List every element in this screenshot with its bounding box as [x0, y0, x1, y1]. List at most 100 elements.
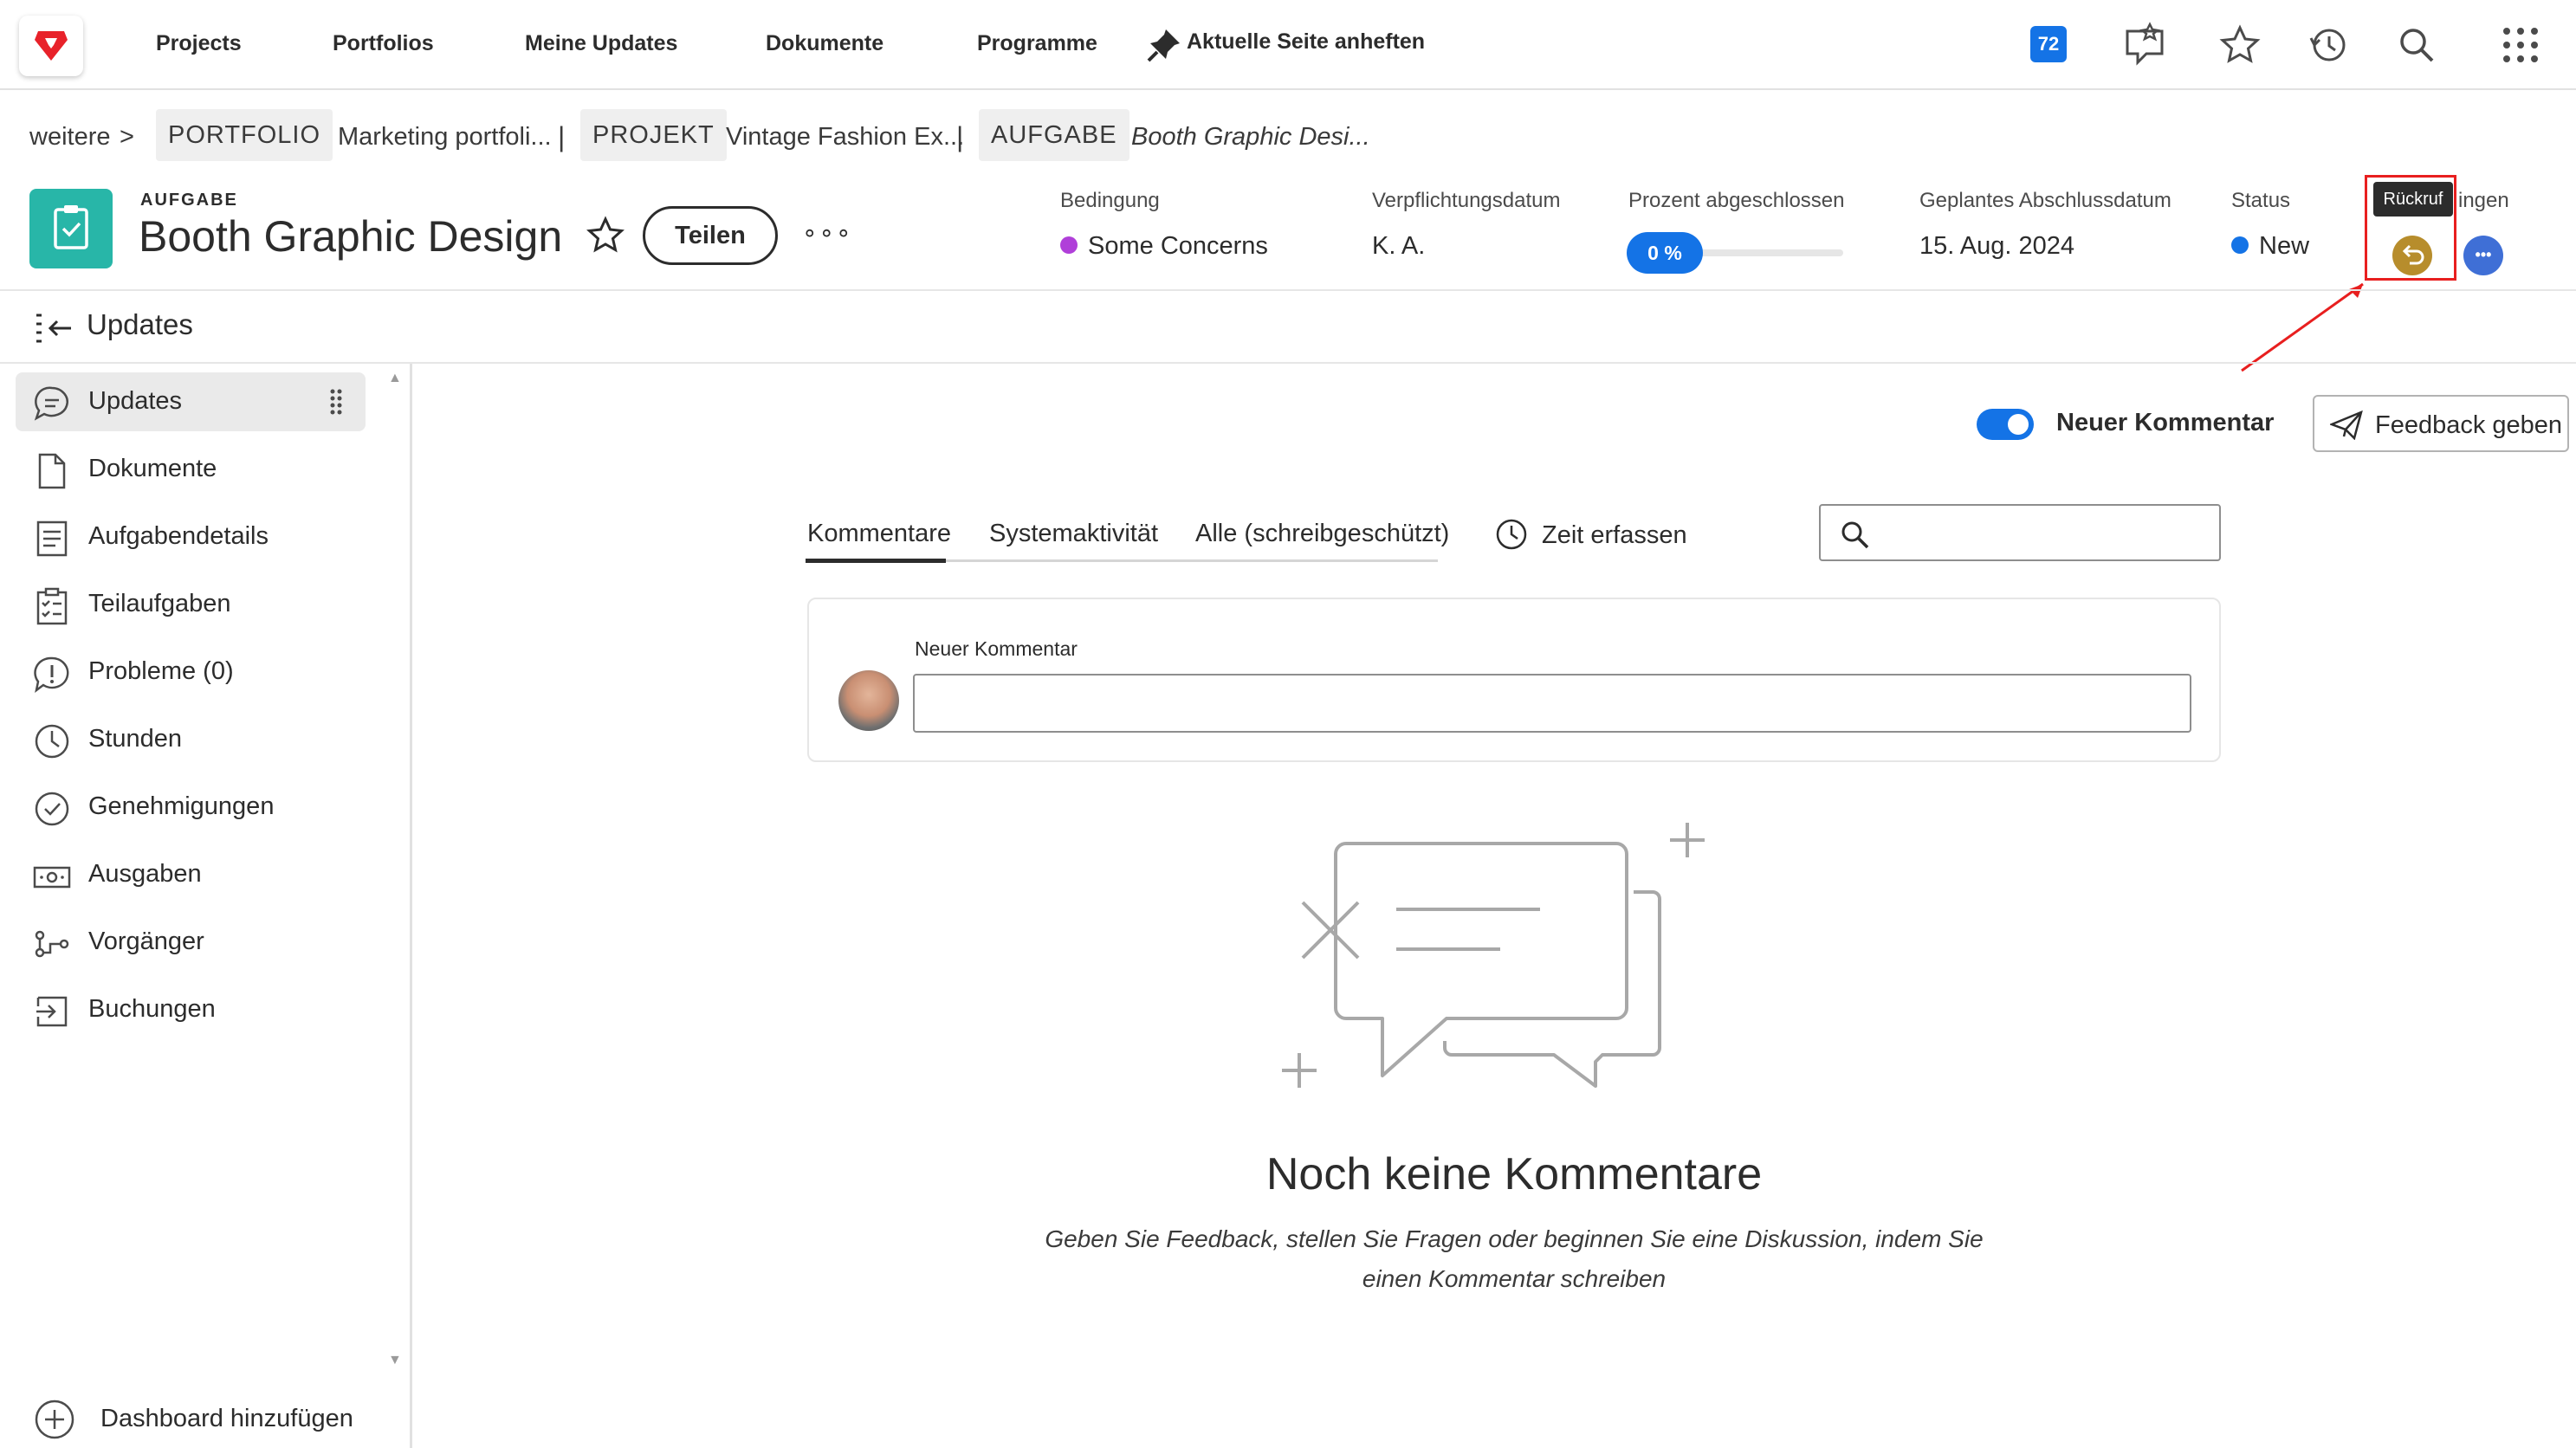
breadcrumb-project-link[interactable]: Vintage Fashion Ex... — [726, 113, 964, 161]
sidebar-item-label: Genehmigungen — [88, 792, 275, 820]
breadcrumb-separator: | — [956, 121, 964, 152]
page-title[interactable]: Booth Graphic Design — [139, 211, 562, 262]
pin-page-link[interactable]: Aktuelle Seite anheften — [1187, 29, 1425, 55]
tab-comments[interactable]: Kommentare — [807, 520, 951, 548]
empty-state-subtitle: Geben Sie Feedback, stellen Sie Fragen o… — [1045, 1225, 1984, 1292]
condition-dot — [1060, 236, 1078, 255]
drag-handle-icon[interactable] — [327, 386, 345, 417]
sidebar-item-label: Dokumente — [88, 455, 217, 482]
condition-value[interactable]: Some Concerns — [1060, 232, 1268, 261]
send-plane-icon — [2330, 410, 2363, 440]
breadcrumb-more[interactable]: weitere — [29, 113, 111, 161]
workfront-logo-icon — [35, 31, 68, 61]
money-icon — [33, 866, 71, 889]
task-type-icon — [29, 189, 113, 268]
sidebar-item-label: Probleme (0) — [88, 657, 234, 685]
search-icon — [1841, 521, 1869, 549]
new-comment-toggle[interactable] — [1977, 409, 2034, 440]
sidebar-item-issues[interactable]: Probleme (0) — [16, 643, 366, 701]
speech-bubble-icon — [34, 386, 68, 421]
log-time-button[interactable]: Zeit erfassen — [1542, 521, 1687, 550]
nav-programs[interactable]: Programme — [977, 31, 1097, 56]
scroll-down-arrow-icon[interactable]: ▼ — [388, 1353, 402, 1368]
sidebar-item-documents[interactable]: Dokumente — [16, 440, 366, 499]
clipboard-check-icon — [54, 205, 88, 249]
status-value[interactable]: New — [2231, 232, 2309, 261]
add-circle-icon[interactable] — [33, 1398, 76, 1441]
app-logo[interactable] — [19, 16, 83, 76]
nav-documents[interactable]: Dokumente — [766, 31, 883, 56]
sidebar-item-label: Teilaufgaben — [88, 590, 231, 617]
recall-button[interactable] — [2392, 236, 2432, 275]
approvals-more-button[interactable]: ••• — [2463, 236, 2503, 275]
whats-new-icon[interactable] — [2120, 21, 2169, 69]
new-comment-card: Neuer Kommentar — [807, 598, 2221, 762]
notification-count-badge[interactable]: 72 — [2030, 26, 2067, 62]
tab-all-readonly[interactable]: Alle (schreibgeschützt) — [1195, 520, 1449, 548]
more-options-icon[interactable]: ∘∘∘ — [802, 218, 853, 247]
sidebar-item-label: Buchungen — [88, 995, 216, 1023]
sidebar-item-expenses[interactable]: Ausgaben — [16, 845, 366, 904]
sidebar-item-label: Ausgaben — [88, 860, 202, 888]
feedback-button-label: Feedback geben — [2375, 411, 2563, 439]
sidebar-item-label: Updates — [88, 387, 183, 415]
percent-complete-label: Prozent abgeschlossen — [1628, 189, 1845, 212]
details-icon — [36, 520, 68, 557]
feedback-button[interactable]: Feedback geben — [2313, 395, 2569, 452]
booking-icon — [36, 996, 68, 1027]
breadcrumb-project-tag: PROJEKT — [580, 109, 727, 161]
commit-date-value[interactable]: K. A. — [1372, 232, 1425, 261]
undo-arrow-icon — [2402, 244, 2424, 265]
annotation-arrow — [2241, 282, 2364, 372]
add-dashboard-link[interactable]: Dashboard hinzufügen — [100, 1405, 353, 1433]
search-icon[interactable] — [2392, 21, 2441, 69]
favorites-star-icon[interactable] — [2216, 21, 2264, 69]
collapse-panel-icon[interactable] — [33, 310, 74, 346]
planned-date-label: Geplantes Abschlussdatum — [1919, 189, 2171, 212]
sidebar-item-subtasks[interactable]: Teilaufgaben — [16, 575, 366, 634]
status-text: New — [2259, 232, 2310, 260]
sidebar-item-hours[interactable]: Stunden — [16, 710, 366, 769]
sidebar: Updates Dokumente Aufgabendetails Teilau… — [0, 364, 412, 1448]
percent-complete-value[interactable]: 0 % — [1627, 232, 1703, 274]
app-launcher-grid-icon[interactable] — [2496, 21, 2545, 69]
toggle-knob — [2008, 414, 2029, 435]
empty-comments-illustration-icon — [1282, 823, 1705, 1088]
nav-projects[interactable]: Projects — [156, 31, 242, 56]
breadcrumb-separator: | — [558, 121, 566, 152]
favorite-star-icon[interactable] — [584, 215, 627, 258]
sidebar-item-approvals[interactable]: Genehmigungen — [16, 778, 366, 837]
pin-icon[interactable] — [1145, 26, 1183, 64]
document-icon — [38, 453, 66, 489]
approvals-label: ingen — [2458, 189, 2509, 212]
commit-date-label: Verpflichtungsdatum — [1372, 189, 1561, 212]
object-type-label: AUFGABE — [140, 191, 238, 210]
recents-history-icon[interactable] — [2304, 21, 2353, 69]
top-navigation: Projects Portfolios Meine Updates Dokume… — [0, 0, 2576, 90]
nav-portfolios[interactable]: Portfolios — [333, 31, 434, 56]
sidebar-item-bookings[interactable]: Buchungen — [16, 980, 366, 1039]
share-button[interactable]: Teilen — [643, 206, 778, 265]
sidebar-item-predecessors[interactable]: Vorgänger — [16, 913, 366, 972]
approval-icon — [35, 792, 69, 826]
issue-icon — [34, 656, 69, 693]
avatar — [838, 670, 899, 731]
status-dot — [2231, 236, 2249, 255]
tab-active-indicator — [806, 559, 946, 563]
sidebar-item-updates[interactable]: Updates — [16, 372, 366, 431]
header-divider — [0, 289, 2576, 291]
clock-icon — [1496, 519, 1527, 550]
clock-icon — [35, 724, 69, 759]
planned-date-value[interactable]: 15. Aug. 2024 — [1919, 232, 2074, 261]
new-comment-label: Neuer Kommentar — [915, 637, 1078, 660]
breadcrumb-portfolio-tag: PORTFOLIO — [156, 109, 333, 161]
sidebar-item-task-details[interactable]: Aufgabendetails — [16, 507, 366, 566]
nav-my-updates[interactable]: Meine Updates — [525, 31, 677, 56]
new-comment-input[interactable] — [913, 674, 2191, 733]
sidebar-item-label: Vorgänger — [88, 928, 204, 955]
scroll-up-arrow-icon[interactable]: ▲ — [388, 371, 402, 386]
tab-system-activity[interactable]: Systemaktivität — [989, 520, 1158, 548]
breadcrumb-portfolio-link[interactable]: Marketing portfoli... — [338, 113, 552, 161]
comment-search-input[interactable] — [1819, 504, 2221, 561]
condition-text: Some Concerns — [1088, 232, 1268, 260]
